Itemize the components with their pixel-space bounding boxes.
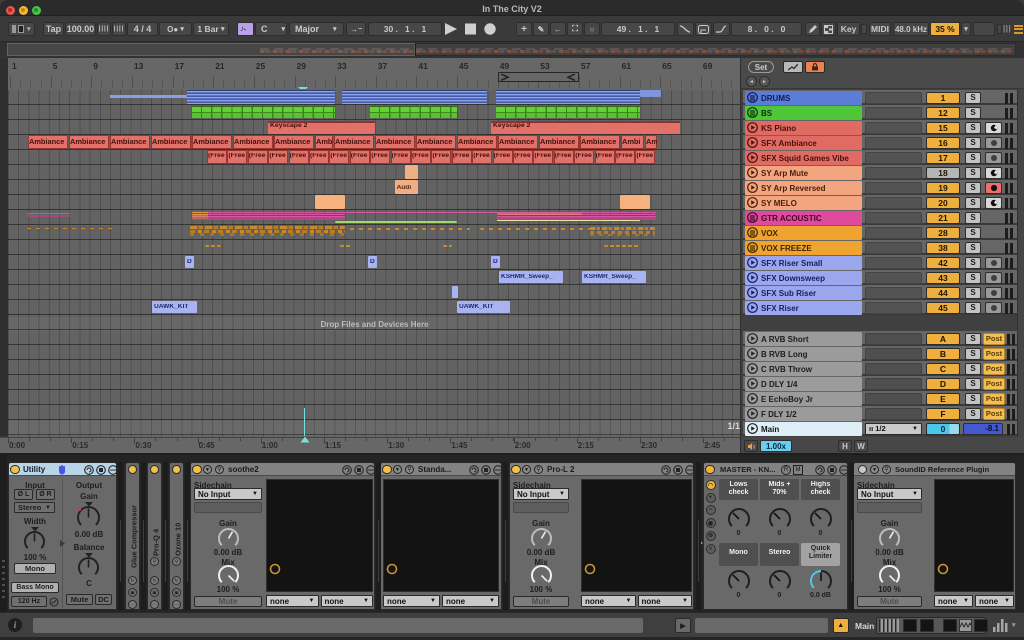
svg-text:Ozone 10: Ozone 10 [173, 523, 182, 556]
svg-text:Pro-Q 4: Pro-Q 4 [151, 528, 160, 556]
svg-text:Glue Compressor: Glue Compressor [129, 505, 138, 568]
